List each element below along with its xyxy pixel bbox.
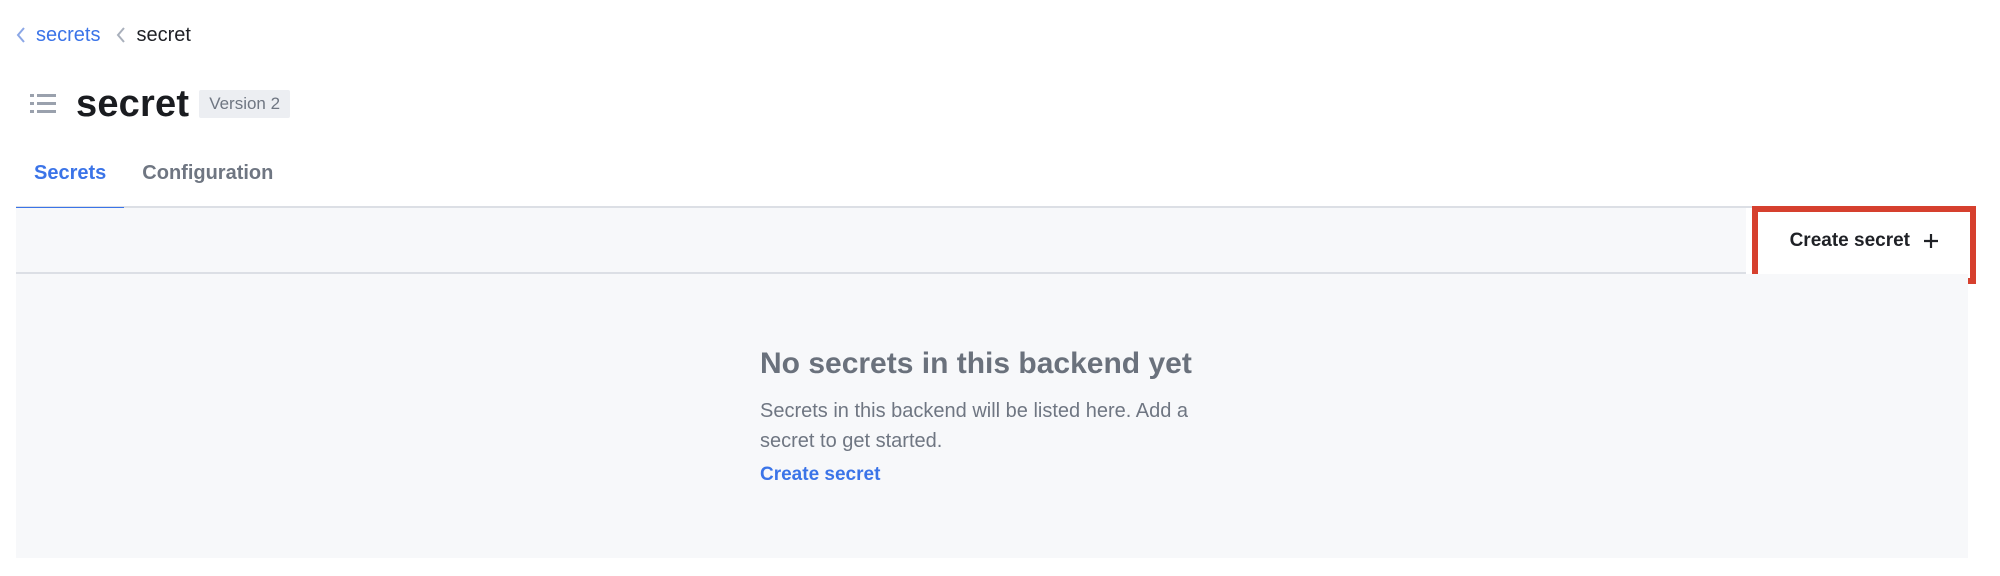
breadcrumb-item-secret: secret: [116, 20, 191, 50]
chevron-left-icon: [16, 20, 30, 50]
version-badge: Version 2: [199, 90, 291, 118]
list-icon: [28, 89, 58, 119]
tab-secrets[interactable]: Secrets: [16, 150, 125, 210]
page-title: secret: [76, 83, 190, 125]
create-secret-button[interactable]: Create secret: [1745, 208, 1968, 274]
page: secrets secret secret Version 2 Secrets …: [0, 0, 2000, 576]
breadcrumb-link-secrets[interactable]: secrets: [36, 20, 100, 50]
tab-configuration[interactable]: Configuration: [124, 150, 291, 208]
toolbar: Create secret: [16, 206, 1976, 284]
empty-state-content: No secrets in this backend yet Secrets i…: [760, 344, 1260, 486]
empty-state-message: Secrets in this backend will be listed h…: [760, 400, 1189, 452]
page-header: secret Version 2: [28, 78, 291, 130]
empty-state: No secrets in this backend yet Secrets i…: [16, 274, 1968, 558]
create-secret-link[interactable]: Create secret: [760, 464, 880, 486]
breadcrumb-current: secret: [136, 24, 191, 46]
create-secret-button-label: Create secret: [1789, 230, 1910, 251]
breadcrumb: secrets secret: [16, 20, 191, 50]
plus-icon: [1922, 232, 1940, 250]
breadcrumb-item-secrets[interactable]: secrets: [16, 20, 100, 50]
empty-state-title: No secrets in this backend yet: [760, 347, 1192, 380]
chevron-left-icon: [116, 20, 130, 50]
tab-bar: Secrets Configuration: [16, 150, 1968, 210]
